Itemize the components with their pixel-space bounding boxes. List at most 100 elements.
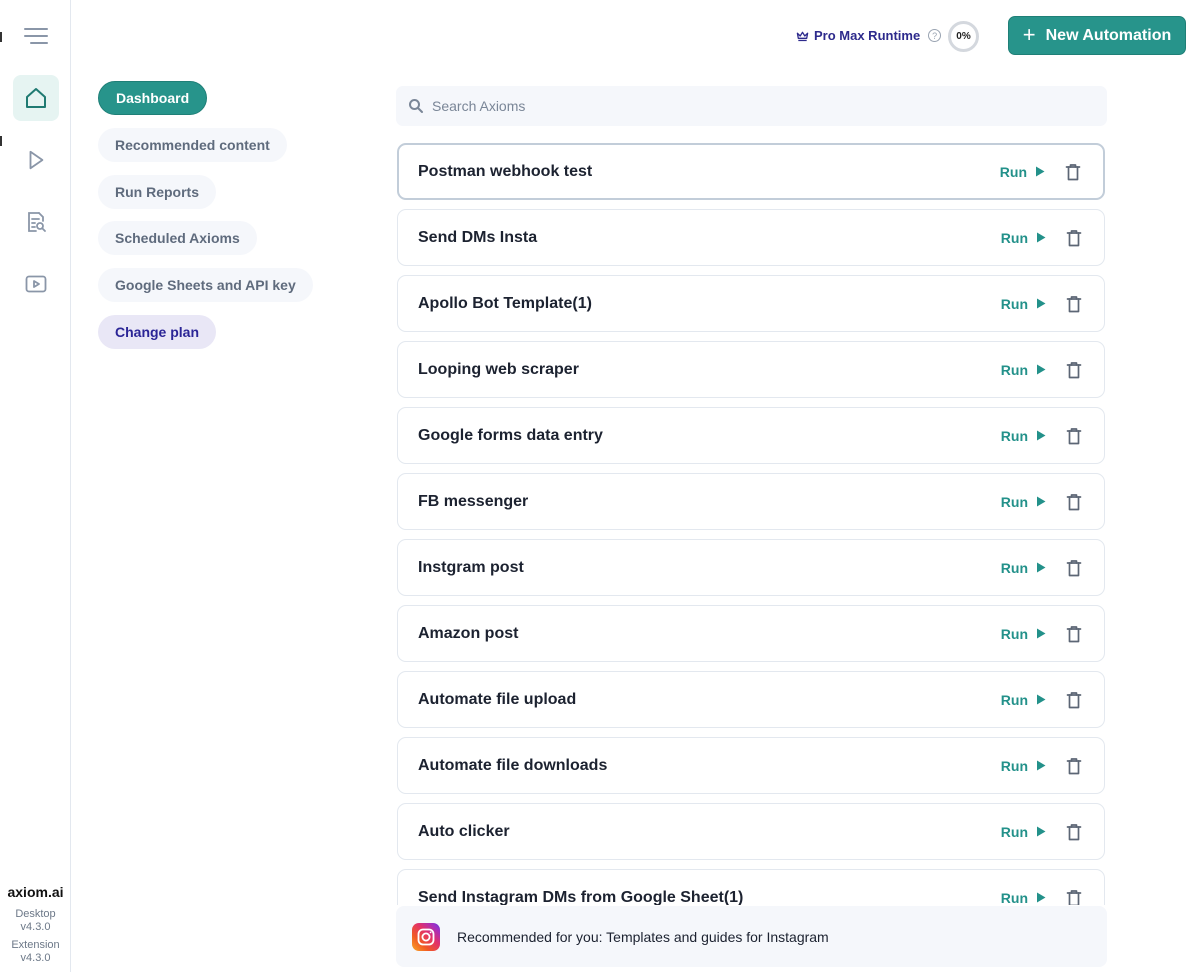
trash-icon[interactable] — [1066, 757, 1082, 775]
axiom-row[interactable]: Google forms data entry Run — [397, 407, 1105, 464]
plan-label: Pro Max Runtime — [814, 28, 921, 43]
home-icon — [26, 88, 46, 108]
axiom-row[interactable]: Instgram post Run — [397, 539, 1105, 596]
run-label: Run — [1000, 823, 1028, 840]
run-label: Run — [1000, 493, 1028, 510]
axiom-name: FB messenger — [418, 492, 529, 510]
trash-icon[interactable] — [1066, 427, 1082, 445]
subnav-change-plan[interactable]: Change plan — [98, 315, 217, 349]
axiom-row[interactable]: Apollo Bot Template(1) Run — [397, 275, 1105, 332]
run-button[interactable]: Run — [1001, 230, 1046, 246]
axiom-name: Automate file upload — [418, 690, 577, 708]
play-icon — [1037, 628, 1046, 639]
axiom-row[interactable]: Send DMs Insta Run — [397, 209, 1105, 266]
plus-icon: + — [1022, 21, 1036, 47]
search-input[interactable] — [432, 98, 1072, 114]
trash-icon[interactable] — [1065, 163, 1081, 181]
run-label: Run — [1000, 889, 1028, 906]
axiom-name: Instgram post — [418, 558, 524, 576]
trash-icon[interactable] — [1066, 229, 1082, 247]
run-button[interactable]: Run — [1001, 296, 1046, 312]
run-label: Run — [1000, 361, 1028, 378]
run-button[interactable]: Run — [1001, 560, 1046, 576]
trash-icon[interactable] — [1066, 361, 1082, 379]
play-icon — [1037, 298, 1046, 309]
desktop-version: v4.3.0 — [20, 921, 51, 933]
run-button[interactable]: Run — [1000, 164, 1045, 180]
play-icon — [1037, 562, 1046, 573]
axiom-row[interactable]: Looping web scraper Run — [397, 341, 1105, 398]
run-label: Run — [1000, 625, 1028, 642]
trash-icon[interactable] — [1066, 295, 1082, 313]
axiom-name: Send DMs Insta — [418, 228, 538, 246]
rail-item-home[interactable] — [13, 75, 59, 121]
axiom-row[interactable]: Postman webhook test Run — [397, 143, 1105, 200]
play-icon — [1037, 232, 1046, 243]
run-label: Run — [1000, 691, 1028, 708]
recommendation-banner[interactable]: Recommended for you: Templates and guide… — [396, 906, 1107, 967]
axiom-name: Google forms data entry — [418, 426, 603, 444]
crown-icon — [796, 31, 809, 41]
search-bar — [396, 86, 1107, 126]
trash-icon[interactable] — [1066, 823, 1082, 841]
axiom-name: Send Instagram DMs from Google Sheet(1) — [418, 888, 744, 906]
subnav-scheduled-axioms[interactable]: Scheduled Axioms — [98, 221, 257, 255]
subnav-recommended-content[interactable]: Recommended content — [98, 128, 287, 162]
axiom-name: Looping web scraper — [418, 360, 579, 378]
run-button[interactable]: Run — [1001, 428, 1046, 444]
usage-gauge: 0% — [948, 21, 979, 52]
run-button[interactable]: Run — [1001, 824, 1046, 840]
axiom-name: Automate file downloads — [418, 756, 608, 774]
report-search-icon — [28, 212, 46, 232]
subnav-run-reports[interactable]: Run Reports — [98, 175, 216, 209]
axiom-row[interactable]: Automate file upload Run — [397, 671, 1105, 728]
axiom-row[interactable]: Send Instagram DMs from Google Sheet(1) R… — [397, 869, 1105, 905]
window-edge-mark — [0, 32, 2, 42]
window-edge-mark — [0, 136, 2, 146]
brand-name: axiom.ai — [7, 884, 64, 900]
axiom-row[interactable]: FB messenger Run — [397, 473, 1105, 530]
extension-label: Extension — [11, 939, 60, 951]
rail-item-run[interactable] — [13, 137, 59, 183]
hamburger-icon[interactable] — [24, 26, 48, 46]
axiom-name: Amazon post — [418, 624, 519, 642]
trash-icon[interactable] — [1066, 691, 1082, 709]
play-icon — [1037, 496, 1046, 507]
new-automation-label: New Automation — [1045, 26, 1172, 44]
run-button[interactable]: Run — [1001, 692, 1046, 708]
play-icon — [1036, 166, 1045, 177]
play-icon — [1037, 760, 1046, 771]
axiom-name: Auto clicker — [418, 822, 510, 840]
left-rail: axiom.ai Desktop v4.3.0 Extension v4.3.0 — [0, 0, 71, 972]
search-icon — [409, 99, 423, 113]
recommendation-text: Recommended for you: Templates and guide… — [457, 928, 829, 945]
run-label: Run — [1000, 427, 1028, 444]
trash-icon[interactable] — [1066, 559, 1082, 577]
rail-item-reports[interactable] — [13, 199, 59, 245]
run-button[interactable]: Run — [1001, 494, 1046, 510]
instagram-icon — [412, 922, 440, 951]
run-label: Run — [1000, 757, 1028, 774]
trash-icon[interactable] — [1066, 889, 1082, 906]
plan-indicator[interactable]: Pro Max Runtime ? — [796, 28, 942, 43]
axiom-list: Postman webhook test Run Send DMs Insta Run… — [397, 143, 1106, 905]
run-button[interactable]: Run — [1001, 626, 1046, 642]
trash-icon[interactable] — [1066, 493, 1082, 511]
subnav-dashboard[interactable]: Dashboard — [98, 81, 208, 115]
axiom-row[interactable]: Auto clicker Run — [397, 803, 1105, 860]
run-label: Run — [1000, 559, 1028, 576]
subnav-google-sheets-api-key[interactable]: Google Sheets and API key — [98, 268, 313, 302]
run-label: Run — [999, 163, 1027, 180]
desktop-label: Desktop — [15, 908, 56, 920]
run-button[interactable]: Run — [1000, 889, 1046, 906]
run-button[interactable]: Run — [1001, 362, 1046, 378]
help-icon[interactable]: ? — [928, 29, 942, 42]
new-automation-button[interactable]: + New Automation — [1008, 16, 1186, 55]
trash-icon[interactable] — [1066, 625, 1082, 643]
run-label: Run — [1000, 229, 1028, 246]
play-icon — [1037, 694, 1046, 705]
rail-item-tutorials[interactable] — [13, 261, 59, 307]
run-button[interactable]: Run — [1001, 758, 1046, 774]
axiom-row[interactable]: Automate file downloads Run — [397, 737, 1105, 794]
axiom-row[interactable]: Amazon post Run — [397, 605, 1105, 662]
